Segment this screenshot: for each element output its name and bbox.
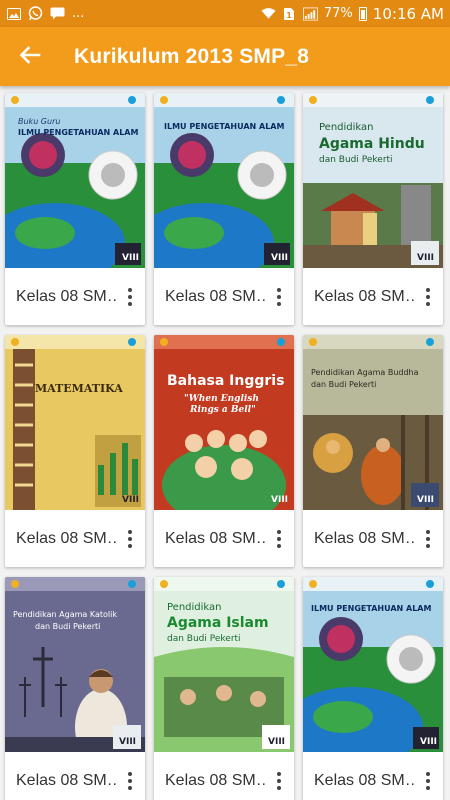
book-cover: Pendidikan Agama Buddha dan Budi Pekerti… [303, 335, 443, 510]
clock: 10:16 AM [372, 4, 444, 23]
more-options-icon[interactable] [268, 761, 290, 800]
book-cover: Buku Guru ILMU PENGETAHUAN ALAM VIII [5, 93, 145, 268]
signal-icon [302, 6, 318, 21]
book-card[interactable]: ILMU PENGETAHUAN ALAM VIII Kelas 08 SM… [303, 577, 443, 800]
cover-line1: Pendidikan Agama Buddha [311, 368, 419, 377]
cover-kelas: VIII [417, 495, 434, 505]
battery-icon [358, 6, 367, 21]
cover-kelas: VIII [122, 253, 139, 263]
book-card[interactable]: Pendidikan Agama Buddha dan Budi Pekerti… [303, 335, 443, 567]
book-card[interactable]: MATEMATIKA VIII Kelas 08 SM… [5, 335, 145, 567]
more-options-icon[interactable] [119, 277, 141, 317]
more-options-icon[interactable] [119, 761, 141, 800]
cover-kelas: VIII [417, 253, 434, 263]
arrow-left-icon [19, 45, 41, 68]
book-card[interactable]: Pendidikan Agama Hindu dan Budi Pekerti … [303, 93, 443, 325]
book-label: Kelas 08 SM… [16, 529, 119, 547]
wifi-icon [261, 6, 276, 21]
image-icon [6, 6, 21, 21]
message-icon [50, 6, 65, 21]
book-card[interactable]: Buku Guru ILMU PENGETAHUAN ALAM VIII Kel… [5, 93, 145, 325]
cover-line1: Pendidikan [319, 122, 374, 133]
cover-line1: Pendidikan Agama Katolik [13, 610, 117, 619]
more-options-icon[interactable] [417, 519, 439, 559]
book-label: Kelas 08 SM… [165, 771, 268, 789]
cover-line2: "When English [184, 394, 259, 404]
book-cover: Pendidikan Agama Hindu dan Budi Pekerti … [303, 93, 443, 268]
battery-percent: 77% [323, 6, 353, 21]
cover-line2: ILMU PENGETAHUAN ALAM [18, 128, 138, 137]
cover-line1: Pendidikan [167, 602, 222, 613]
book-cover: MATEMATIKA VIII [5, 335, 145, 510]
book-cover: Bahasa Inggris "When English Rings a Bel… [154, 335, 294, 510]
cover-kelas: VIII [271, 253, 288, 263]
book-label: Kelas 08 SM… [314, 771, 417, 789]
cover-line2: Agama Islam [167, 615, 269, 631]
cover-kelas: VIII [420, 737, 437, 747]
cover-line1: ILMU PENGETAHUAN ALAM [311, 604, 431, 613]
cover-line1: MATEMATIKA [35, 382, 123, 395]
book-card[interactable]: Pendidikan Agama Islam dan Budi Pekerti … [154, 577, 294, 800]
cover-kelas: VIII [268, 737, 285, 747]
cover-line3: dan Budi Pekerti [167, 634, 241, 644]
cover-line3: dan Budi Pekerti [319, 155, 393, 165]
book-label: Kelas 08 SM… [165, 287, 268, 305]
svg-text:1: 1 [287, 11, 293, 20]
cover-line2: ILMU PENGETAHUAN ALAM [164, 122, 284, 131]
cover-kelas: VIII [122, 495, 139, 505]
cover-line1: Bahasa Inggris [167, 373, 284, 389]
page-title: Kurikulum 2013 SMP_8 [74, 44, 310, 68]
cover-kelas: VIII [119, 737, 136, 747]
cover-line2: dan Budi Pekerti [311, 380, 376, 389]
book-grid: Buku Guru ILMU PENGETAHUAN ALAM VIII Kel… [0, 86, 450, 800]
more-notifications: ... [72, 6, 85, 21]
book-cover: ILMU PENGETAHUAN ALAM VIII [303, 577, 443, 752]
more-options-icon[interactable] [268, 277, 290, 317]
cover-line2: dan Budi Pekerti [35, 622, 100, 631]
more-options-icon[interactable] [119, 519, 141, 559]
more-options-icon[interactable] [417, 277, 439, 317]
book-cover: Pendidikan Agama Katolik dan Budi Pekert… [5, 577, 145, 752]
book-label: Kelas 08 SM… [16, 287, 119, 305]
cover-line1: Buku Guru [18, 117, 60, 126]
status-bar: ... 1 77% 10:16 AM [0, 0, 450, 27]
cover-line3: Rings a Bell" [189, 405, 256, 415]
more-options-icon[interactable] [268, 519, 290, 559]
app-bar: Kurikulum 2013 SMP_8 [0, 27, 450, 86]
book-label: Kelas 08 SM… [314, 287, 417, 305]
cover-kelas: VIII [271, 495, 288, 505]
sim-icon: 1 [282, 6, 297, 21]
book-label: Kelas 08 SM… [165, 529, 268, 547]
cover-line2: Agama Hindu [319, 136, 425, 152]
more-options-icon[interactable] [417, 761, 439, 800]
back-button[interactable] [0, 27, 60, 86]
book-cover: Pendidikan Agama Islam dan Budi Pekerti … [154, 577, 294, 752]
book-label: Kelas 08 SM… [16, 771, 119, 789]
book-cover: ILMU PENGETAHUAN ALAM VIII [154, 93, 294, 268]
book-label: Kelas 08 SM… [314, 529, 417, 547]
whatsapp-icon [28, 6, 43, 21]
book-card[interactable]: Pendidikan Agama Katolik dan Budi Pekert… [5, 577, 145, 800]
book-card[interactable]: ILMU PENGETAHUAN ALAM VIII Kelas 08 SM… [154, 93, 294, 325]
book-card[interactable]: Bahasa Inggris "When English Rings a Bel… [154, 335, 294, 567]
